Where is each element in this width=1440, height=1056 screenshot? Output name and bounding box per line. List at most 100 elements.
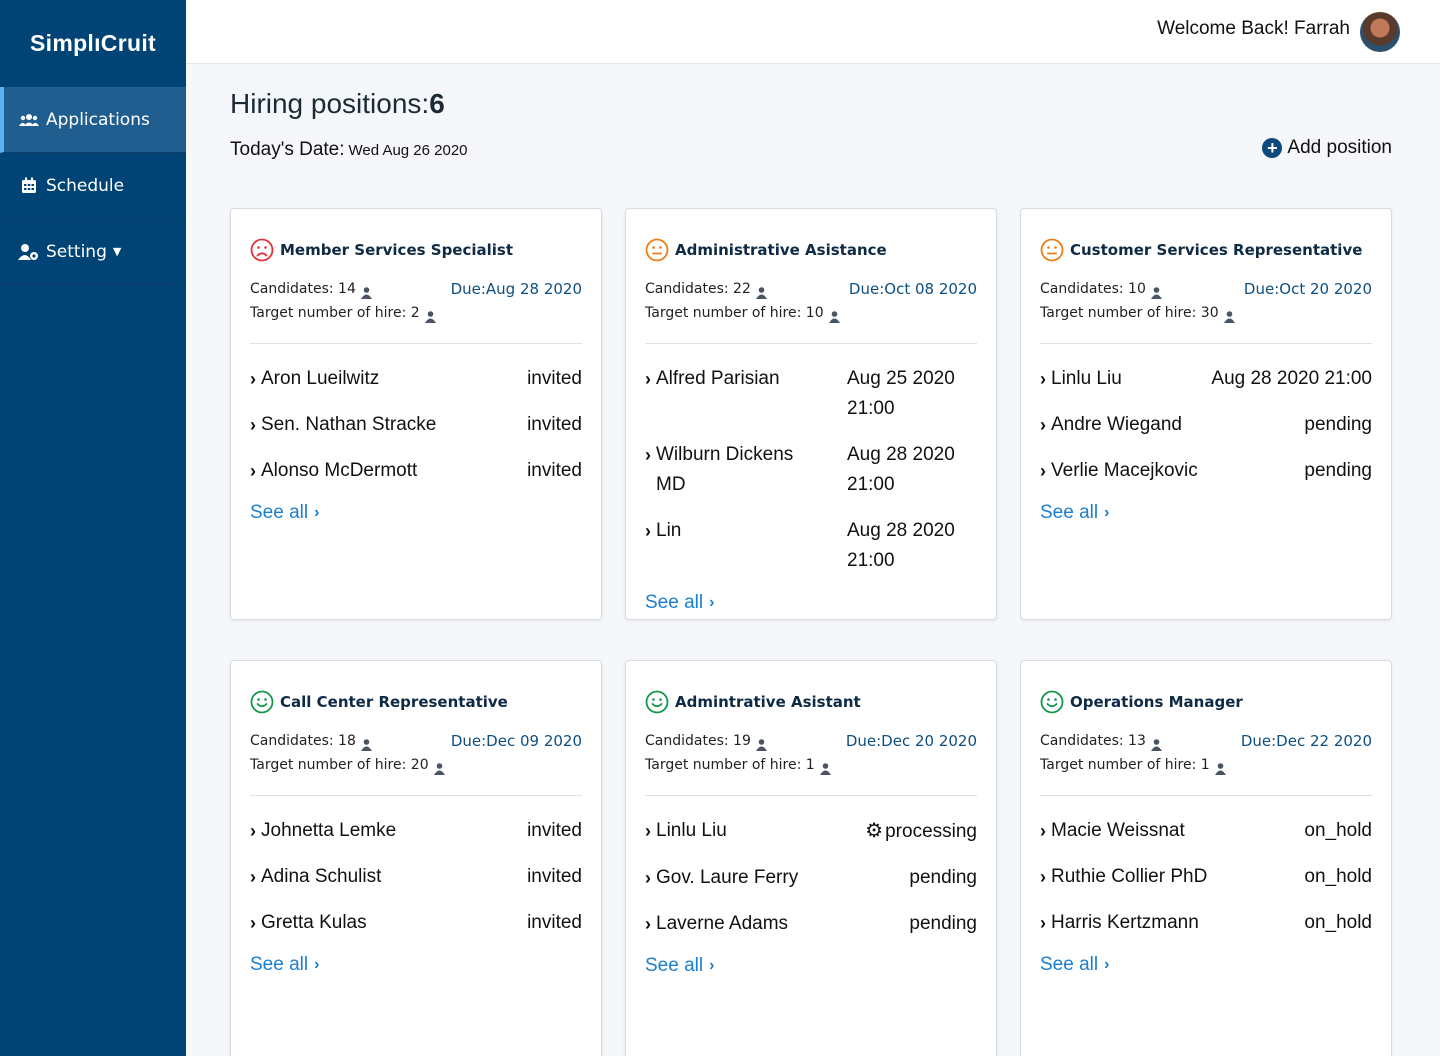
target-hire: Target number of hire: 10 [645, 305, 824, 321]
candidate-row[interactable]: › Verlie Macejkovic pending [1040, 456, 1372, 486]
person-icon [360, 735, 372, 751]
position-meta: Candidates: 18 Target number of hire: 20 D… [250, 729, 582, 777]
chevron-right-icon: › [1040, 369, 1046, 389]
candidate-name: Macie Weissnat [1051, 820, 1185, 841]
candidate-list: › Linlu Liu ⚙ processing › Gov. Laure Ferry pe… [645, 816, 977, 939]
candidate-row[interactable]: › Adina Schulist invited [250, 862, 582, 892]
chevron-right-icon: › [1040, 867, 1046, 887]
chevron-right-icon: › [645, 821, 651, 841]
candidates-count: Candidates: 10 [1040, 281, 1146, 297]
candidate-row[interactable]: › Alfred Parisian Aug 25 2020 21:00 [645, 364, 977, 424]
chevron-right-icon: › [645, 521, 651, 541]
candidate-row[interactable]: › Andre Wiegand pending [1040, 410, 1372, 440]
position-meta: Candidates: 22 Target number of hire: 10 D… [645, 277, 977, 325]
candidate-row[interactable]: › Gretta Kulas invited [250, 908, 582, 938]
see-all-link[interactable]: See all › [250, 502, 319, 524]
candidate-row[interactable]: › Gov. Laure Ferry pending [645, 863, 977, 893]
candidate-row[interactable]: › Aron Lueilwitz invited [250, 364, 582, 394]
user-cog-icon [18, 243, 40, 261]
target-hire: Target number of hire: 30 [1040, 305, 1219, 321]
see-all-link[interactable]: See all › [645, 592, 714, 614]
candidate-name: Andre Wiegand [1051, 414, 1182, 435]
position-title: Customer Services Representative [1070, 241, 1363, 259]
candidate-status: pending [909, 909, 977, 939]
candidate-status-text: Aug 25 2020 21:00 [847, 368, 955, 419]
due-date: Due:Oct 08 2020 [848, 280, 977, 298]
due-date: Due:Dec 20 2020 [845, 732, 977, 750]
candidate-row[interactable]: › Linlu Liu Aug 28 2020 21:00 [1040, 364, 1372, 394]
candidate-status-text: on_hold [1304, 912, 1372, 933]
position-meta: Candidates: 10 Target number of hire: 30 D… [1040, 277, 1372, 325]
position-card: Admintrative Asistant Candidates: 19 Targe… [625, 660, 997, 1056]
sidebar-item-label: Setting [46, 241, 107, 262]
target-hire: Target number of hire: 1 [1040, 757, 1210, 773]
candidate-name: Linlu Liu [656, 820, 727, 841]
candidate-status-text: processing [885, 821, 977, 842]
gear-icon: ⚙ [865, 820, 884, 842]
position-title: Call Center Representative [280, 693, 508, 711]
chevron-right-icon: › [1104, 956, 1110, 973]
candidate-row[interactable]: › Alonso McDermott invited [250, 456, 582, 486]
top-bar: Welcome Back! Farrah [186, 0, 1440, 64]
candidate-row[interactable]: › Laverne Adams pending [645, 909, 977, 939]
candidate-row[interactable]: › Linlu Liu ⚙ processing [645, 816, 977, 847]
see-all-label: See all [1040, 954, 1099, 975]
avatar[interactable] [1360, 12, 1400, 52]
position-title: Admintrative Asistant [675, 693, 861, 711]
due-date: Due:Aug 28 2020 [450, 280, 582, 298]
person-icon [433, 759, 445, 775]
card-title: Admintrative Asistant [645, 685, 977, 719]
smile-face-icon [1040, 690, 1064, 714]
candidate-status-text: on_hold [1304, 866, 1372, 887]
date-value: Wed Aug 26 2020 [348, 142, 468, 159]
person-icon [828, 307, 840, 323]
app-logo: SimplıCruit [30, 30, 156, 56]
candidate-status-text: pending [1304, 414, 1372, 435]
position-title: Administrative Asistance [675, 241, 887, 259]
see-all-label: See all [645, 955, 704, 976]
candidate-row[interactable]: › Sen. Nathan Stracke invited [250, 410, 582, 440]
divider [645, 343, 977, 344]
position-card: Operations Manager Candidates: 13 Target n… [1020, 660, 1392, 1056]
candidate-row[interactable]: › Ruthie Collier PhD on_hold [1040, 862, 1372, 892]
due-date: Due:Dec 09 2020 [450, 732, 582, 750]
target-hire: Target number of hire: 1 [645, 757, 815, 773]
position-meta: Candidates: 14 Target number of hire: 2 Du… [250, 277, 582, 325]
logo-area: SimplıCruit [0, 0, 186, 87]
neutral-face-icon [645, 238, 669, 262]
sidebar-item-setting[interactable]: Setting ▼ [0, 219, 186, 285]
position-card: Member Services Specialist Candidates: 14… [230, 208, 602, 620]
candidate-row[interactable]: › Wilburn Dickens MD Aug 28 2020 21:00 [645, 440, 977, 500]
chevron-right-icon: › [250, 913, 256, 933]
person-icon [755, 735, 767, 751]
chevron-right-icon: › [250, 369, 256, 389]
welcome-text: Welcome Back! Farrah [1157, 18, 1350, 39]
candidate-status: Aug 28 2020 21:00 [847, 516, 977, 576]
chevron-right-icon: › [645, 369, 651, 389]
candidate-row[interactable]: › Johnetta Lemke invited [250, 816, 582, 846]
see-all-link[interactable]: See all › [645, 955, 714, 977]
sidebar-item-schedule[interactable]: Schedule [0, 153, 186, 219]
candidate-name: Aron Lueilwitz [261, 368, 380, 389]
candidate-name: Verlie Macejkovic [1051, 460, 1198, 481]
see-all-link[interactable]: See all › [250, 954, 319, 976]
divider [250, 795, 582, 796]
sidebar-item-applications[interactable]: Applications [0, 87, 186, 153]
position-title: Operations Manager [1070, 693, 1243, 711]
see-all-link[interactable]: See all › [1040, 502, 1109, 524]
card-title: Operations Manager [1040, 685, 1372, 719]
add-position-button[interactable]: + Add position [1262, 137, 1392, 159]
target-hire: Target number of hire: 20 [250, 757, 429, 773]
candidate-row[interactable]: › Lin Aug 28 2020 21:00 [645, 516, 977, 576]
candidate-status-text: invited [527, 820, 582, 841]
candidate-name: Ruthie Collier PhD [1051, 866, 1208, 887]
chevron-right-icon: › [1040, 913, 1046, 933]
page-title-prefix: Hiring positions: [230, 88, 430, 119]
see-all-link[interactable]: See all › [1040, 954, 1109, 976]
person-icon [755, 283, 767, 299]
candidate-row[interactable]: › Macie Weissnat on_hold [1040, 816, 1372, 846]
candidate-status-text: Aug 28 2020 21:00 [847, 520, 955, 571]
candidate-row[interactable]: › Harris Kertzmann on_hold [1040, 908, 1372, 938]
person-icon [1214, 759, 1226, 775]
candidate-name: Wilburn Dickens MD [656, 444, 794, 495]
